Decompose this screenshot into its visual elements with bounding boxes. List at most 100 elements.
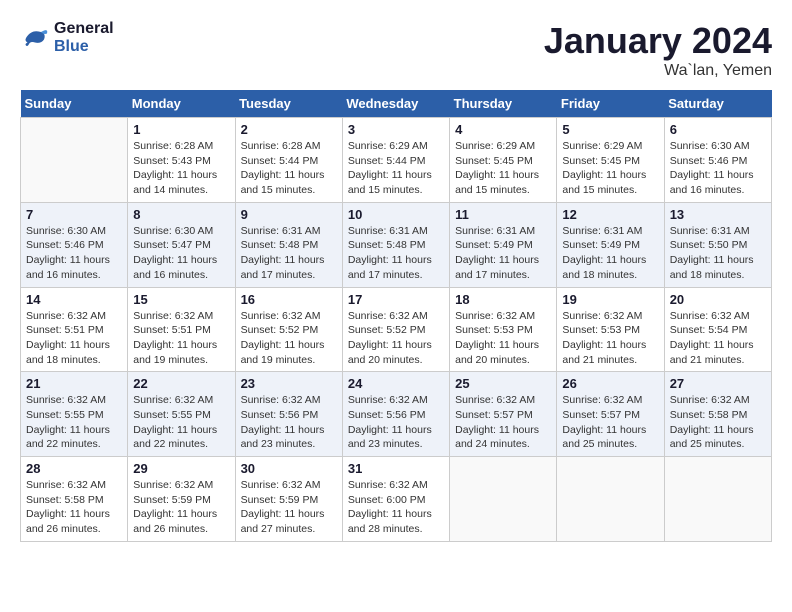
calendar-cell: 22Sunrise: 6:32 AMSunset: 5:55 PMDayligh… [128,372,235,457]
day-info: Sunrise: 6:32 AMSunset: 5:51 PMDaylight:… [133,309,229,368]
day-info: Sunrise: 6:32 AMSunset: 5:58 PMDaylight:… [670,393,766,452]
day-number: 1 [133,122,229,137]
day-info: Sunrise: 6:30 AMSunset: 5:47 PMDaylight:… [133,224,229,283]
day-info: Sunrise: 6:31 AMSunset: 5:49 PMDaylight:… [562,224,658,283]
day-info: Sunrise: 6:29 AMSunset: 5:44 PMDaylight:… [348,139,444,198]
calendar-cell: 13 Sunrise: 6:31 AMSunset: 5:50 PMDayligh… [664,202,771,287]
day-info: Sunrise: 6:29 AMSunset: 5:45 PMDaylight:… [562,139,658,198]
calendar-cell: 17 Sunrise: 6:32 AMSunset: 5:52 PMDayligh… [342,287,449,372]
calendar-cell: 14Sunrise: 6:32 AMSunset: 5:51 PMDayligh… [21,287,128,372]
weekday-header-friday: Friday [557,90,664,118]
day-info: Sunrise: 6:32 AMSunset: 5:56 PMDaylight:… [241,393,337,452]
calendar-cell: 28 Sunrise: 6:32 AMSunset: 5:58 PMDayligh… [21,457,128,542]
calendar-cell [450,457,557,542]
calendar-title: January 2024 [544,20,772,62]
logo-line2: Blue [54,38,114,56]
calendar-cell: 29 Sunrise: 6:32 AMSunset: 5:59 PMDayligh… [128,457,235,542]
day-number: 6 [670,122,766,137]
calendar-cell: 31 Sunrise: 6:32 AMSunset: 6:00 PMDayligh… [342,457,449,542]
day-info: Sunrise: 6:32 AMSunset: 5:53 PMDaylight:… [455,309,551,368]
calendar-cell: 3Sunrise: 6:29 AMSunset: 5:44 PMDaylight… [342,118,449,203]
calendar-cell: 6 Sunrise: 6:30 AMSunset: 5:46 PMDaylight… [664,118,771,203]
calendar-cell: 19 Sunrise: 6:32 AMSunset: 5:53 PMDayligh… [557,287,664,372]
calendar-cell: 5 Sunrise: 6:29 AMSunset: 5:45 PMDaylight… [557,118,664,203]
day-info: Sunrise: 6:31 AMSunset: 5:48 PMDaylight:… [348,224,444,283]
day-number: 11 [455,207,551,222]
day-number: 16 [241,292,337,307]
day-number: 4 [455,122,551,137]
calendar-cell: 18 Sunrise: 6:32 AMSunset: 5:53 PMDayligh… [450,287,557,372]
day-info: Sunrise: 6:28 AMSunset: 5:43 PMDaylight:… [133,139,229,198]
day-info: Sunrise: 6:28 AMSunset: 5:44 PMDaylight:… [241,139,337,198]
calendar-cell: 21Sunrise: 6:32 AMSunset: 5:55 PMDayligh… [21,372,128,457]
calendar-cell: 26Sunrise: 6:32 AMSunset: 5:57 PMDayligh… [557,372,664,457]
calendar-cell: 24Sunrise: 6:32 AMSunset: 5:56 PMDayligh… [342,372,449,457]
day-info: Sunrise: 6:32 AMSunset: 5:59 PMDaylight:… [133,478,229,537]
day-number: 12 [562,207,658,222]
day-info: Sunrise: 6:32 AMSunset: 5:51 PMDaylight:… [26,309,122,368]
weekday-header-thursday: Thursday [450,90,557,118]
weekday-header-monday: Monday [128,90,235,118]
calendar-subtitle: Wa`lan, Yemen [544,62,772,80]
day-number: 2 [241,122,337,137]
logo: General Blue [20,20,114,55]
calendar-cell: 27 Sunrise: 6:32 AMSunset: 5:58 PMDayligh… [664,372,771,457]
weekday-header-row: SundayMondayTuesdayWednesdayThursdayFrid… [21,90,772,118]
calendar-cell [21,118,128,203]
day-number: 23 [241,376,337,391]
day-info: Sunrise: 6:32 AMSunset: 5:52 PMDaylight:… [241,309,337,368]
day-number: 30 [241,461,337,476]
calendar-cell: 4 Sunrise: 6:29 AMSunset: 5:45 PMDaylight… [450,118,557,203]
day-info: Sunrise: 6:32 AMSunset: 5:57 PMDaylight:… [455,393,551,452]
day-info: Sunrise: 6:32 AMSunset: 5:57 PMDaylight:… [562,393,658,452]
calendar-cell: 1 Sunrise: 6:28 AMSunset: 5:43 PMDaylight… [128,118,235,203]
day-info: Sunrise: 6:32 AMSunset: 5:53 PMDaylight:… [562,309,658,368]
day-info: Sunrise: 6:32 AMSunset: 6:00 PMDaylight:… [348,478,444,537]
day-number: 27 [670,376,766,391]
day-number: 15 [133,292,229,307]
day-info: Sunrise: 6:30 AMSunset: 5:46 PMDaylight:… [670,139,766,198]
day-number: 9 [241,207,337,222]
day-info: Sunrise: 6:32 AMSunset: 5:58 PMDaylight:… [26,478,122,537]
day-number: 31 [348,461,444,476]
calendar-cell [557,457,664,542]
day-number: 5 [562,122,658,137]
calendar-week-row: 28 Sunrise: 6:32 AMSunset: 5:58 PMDayligh… [21,457,772,542]
day-info: Sunrise: 6:32 AMSunset: 5:54 PMDaylight:… [670,309,766,368]
day-number: 7 [26,207,122,222]
day-number: 20 [670,292,766,307]
title-section: January 2024 Wa`lan, Yemen [544,20,772,80]
day-number: 13 [670,207,766,222]
weekday-header-saturday: Saturday [664,90,771,118]
calendar-cell: 30 Sunrise: 6:32 AMSunset: 5:59 PMDayligh… [235,457,342,542]
day-number: 17 [348,292,444,307]
calendar-cell: 25 Sunrise: 6:32 AMSunset: 5:57 PMDayligh… [450,372,557,457]
day-info: Sunrise: 6:32 AMSunset: 5:52 PMDaylight:… [348,309,444,368]
day-number: 10 [348,207,444,222]
weekday-header-sunday: Sunday [21,90,128,118]
day-info: Sunrise: 6:32 AMSunset: 5:55 PMDaylight:… [26,393,122,452]
day-info: Sunrise: 6:30 AMSunset: 5:46 PMDaylight:… [26,224,122,283]
day-info: Sunrise: 6:29 AMSunset: 5:45 PMDaylight:… [455,139,551,198]
day-info: Sunrise: 6:32 AMSunset: 5:59 PMDaylight:… [241,478,337,537]
day-number: 29 [133,461,229,476]
day-number: 25 [455,376,551,391]
day-number: 19 [562,292,658,307]
weekday-header-wednesday: Wednesday [342,90,449,118]
calendar-cell: 8Sunrise: 6:30 AMSunset: 5:47 PMDaylight… [128,202,235,287]
day-info: Sunrise: 6:31 AMSunset: 5:49 PMDaylight:… [455,224,551,283]
calendar-cell: 7 Sunrise: 6:30 AMSunset: 5:46 PMDaylight… [21,202,128,287]
calendar-cell: 2 Sunrise: 6:28 AMSunset: 5:44 PMDaylight… [235,118,342,203]
calendar-week-row: 1 Sunrise: 6:28 AMSunset: 5:43 PMDaylight… [21,118,772,203]
day-info: Sunrise: 6:31 AMSunset: 5:50 PMDaylight:… [670,224,766,283]
calendar-week-row: 21Sunrise: 6:32 AMSunset: 5:55 PMDayligh… [21,372,772,457]
calendar-week-row: 14Sunrise: 6:32 AMSunset: 5:51 PMDayligh… [21,287,772,372]
calendar-table: SundayMondayTuesdayWednesdayThursdayFrid… [20,90,772,542]
logo-icon [20,23,50,53]
calendar-cell: 16 Sunrise: 6:32 AMSunset: 5:52 PMDayligh… [235,287,342,372]
day-number: 28 [26,461,122,476]
day-info: Sunrise: 6:31 AMSunset: 5:48 PMDaylight:… [241,224,337,283]
calendar-cell: 12 Sunrise: 6:31 AMSunset: 5:49 PMDayligh… [557,202,664,287]
day-number: 18 [455,292,551,307]
day-number: 24 [348,376,444,391]
